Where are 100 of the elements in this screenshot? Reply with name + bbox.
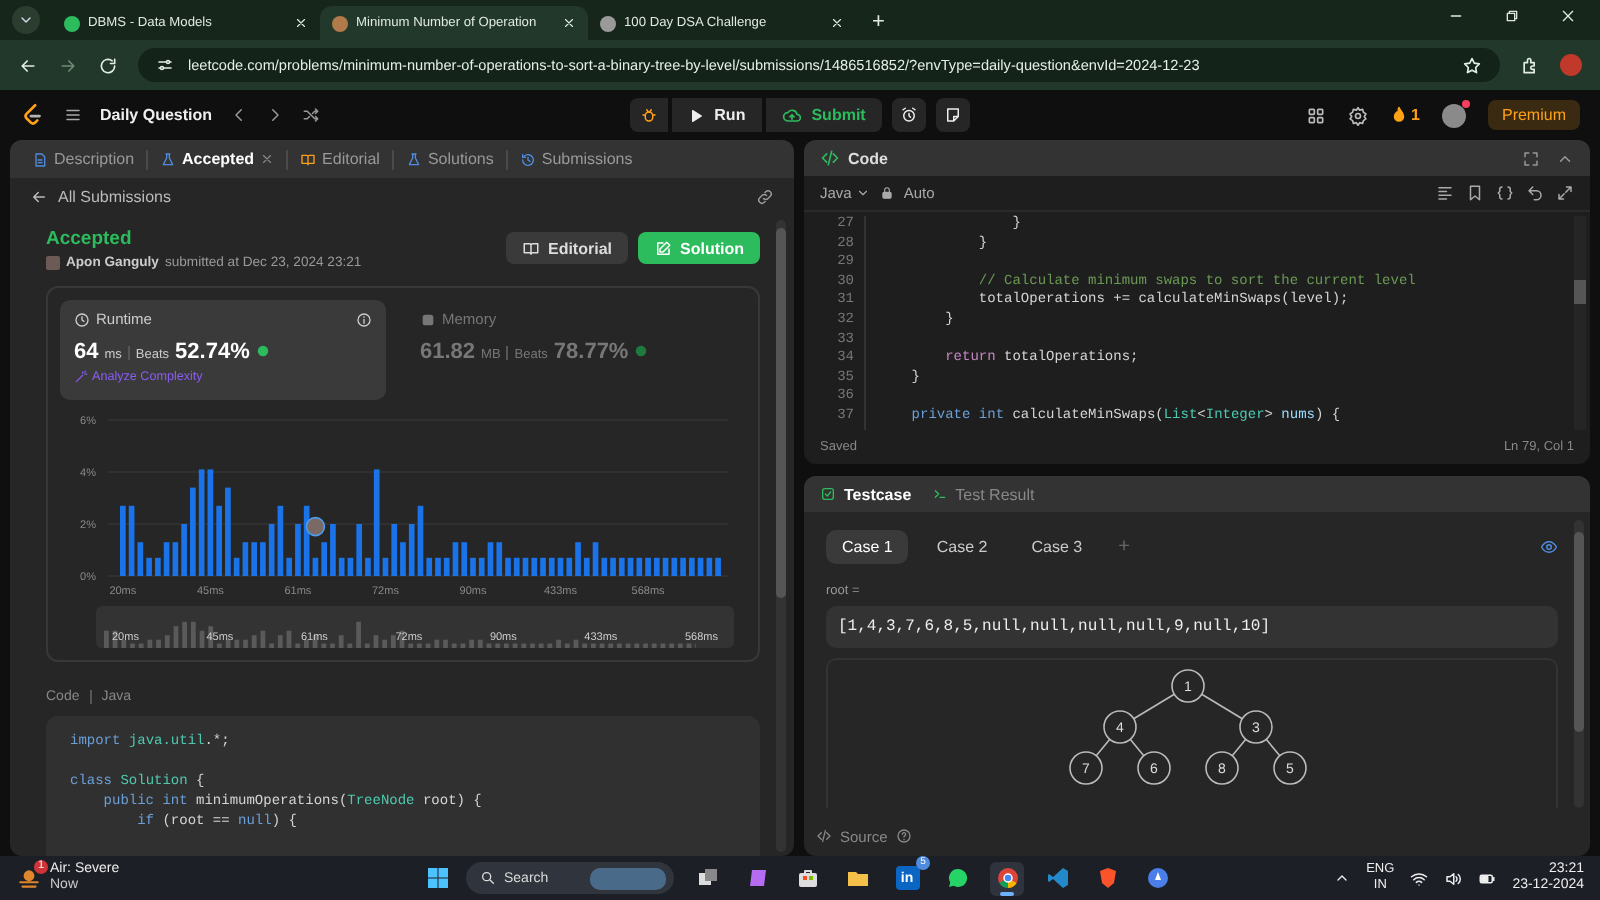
list-icon[interactable] — [64, 106, 82, 124]
panel-tab[interactable]: Description — [20, 149, 147, 169]
histogram-bar[interactable] — [356, 524, 363, 576]
profile-avatar[interactable] — [1560, 54, 1582, 76]
forward-arrow-icon[interactable] — [58, 55, 78, 75]
histogram-bar[interactable] — [417, 505, 424, 576]
case-tab[interactable]: Case 3 — [1015, 530, 1099, 564]
histogram-bar[interactable] — [128, 505, 135, 576]
histogram-bar[interactable] — [601, 557, 608, 576]
expand-icon[interactable] — [1556, 184, 1574, 202]
grid-icon[interactable] — [1305, 105, 1326, 125]
histogram-bar[interactable] — [662, 557, 669, 576]
restore-icon[interactable] — [1504, 7, 1520, 23]
histogram-bar[interactable] — [715, 557, 721, 576]
histogram-bar[interactable] — [548, 557, 555, 576]
back-arrow-icon[interactable] — [18, 55, 38, 75]
chevron-right-icon[interactable] — [266, 106, 285, 124]
panel-tab[interactable]: Testcase — [820, 485, 912, 503]
histogram-bar[interactable] — [522, 557, 529, 576]
case-tab[interactable]: Case 1 — [826, 530, 909, 564]
histogram-bar[interactable] — [592, 542, 599, 576]
histogram-bar[interactable] — [382, 557, 389, 576]
panel-tab[interactable]: Test Result — [931, 485, 1035, 503]
logo-icon[interactable] — [20, 102, 46, 128]
histogram-bar[interactable] — [566, 557, 573, 576]
input-field[interactable]: [1,4,3,7,6,8,5,null,null,null,null,9,null,10] — [826, 606, 1558, 648]
histogram-bar[interactable] — [496, 542, 503, 576]
battery-icon[interactable] — [1478, 869, 1497, 887]
histogram-bar[interactable] — [242, 542, 249, 576]
back-arrow-icon[interactable] — [30, 188, 48, 206]
chevron-up-icon[interactable] — [1334, 870, 1351, 886]
histogram-bar[interactable] — [277, 505, 284, 576]
scrollbar-thumb[interactable] — [1574, 280, 1586, 304]
link-icon[interactable] — [756, 188, 774, 206]
editorial-button[interactable]: Editorial — [505, 232, 628, 264]
histogram-bar[interactable] — [671, 557, 678, 576]
histogram-bar[interactable] — [155, 557, 161, 576]
histogram-bar[interactable] — [426, 557, 433, 576]
submit-button[interactable]: Submit — [765, 98, 882, 132]
notes-button[interactable] — [935, 98, 970, 132]
histogram-bar[interactable] — [645, 557, 651, 576]
fullscreen-icon[interactable] — [1522, 149, 1540, 167]
histogram-bar[interactable] — [146, 557, 152, 576]
case-tab[interactable]: Case 2 — [920, 530, 1004, 564]
histogram-bar[interactable] — [680, 557, 686, 576]
debug-button[interactable] — [630, 98, 669, 132]
format-icon[interactable] — [1436, 184, 1454, 202]
histogram-bar[interactable] — [391, 524, 398, 576]
histogram-bar[interactable] — [610, 557, 616, 576]
scrollbar-thumb[interactable] — [776, 228, 786, 598]
histogram-bar[interactable] — [435, 557, 441, 576]
histogram-bar[interactable] — [505, 557, 511, 576]
histogram-bar[interactable] — [706, 557, 713, 576]
histogram-bar[interactable] — [487, 542, 494, 576]
star-icon[interactable] — [1462, 55, 1482, 75]
all-submissions-link[interactable]: All Submissions — [58, 188, 171, 206]
histogram-bar[interactable] — [531, 557, 538, 576]
panel-tab[interactable]: Editorial — [286, 149, 392, 169]
reload-icon[interactable] — [98, 55, 118, 75]
streak-counter[interactable]: 1 — [1389, 106, 1420, 124]
histogram-bar[interactable] — [513, 557, 520, 576]
histogram-bar[interactable] — [443, 557, 450, 576]
histogram-bar[interactable] — [689, 557, 695, 576]
panel-tab[interactable]: Solutions — [391, 149, 506, 169]
scrollbar-thumb[interactable] — [1574, 532, 1584, 732]
histogram-bar[interactable] — [461, 542, 468, 576]
histogram-bar[interactable] — [452, 542, 459, 576]
histogram-bar[interactable] — [172, 542, 179, 576]
histogram-bar[interactable] — [338, 557, 345, 576]
tab-search-button[interactable] — [12, 6, 40, 34]
speaker-icon[interactable] — [1444, 869, 1463, 887]
wifi-icon[interactable] — [1410, 869, 1429, 887]
histogram-bar[interactable] — [233, 557, 240, 576]
histogram-bar[interactable] — [163, 542, 170, 576]
help-icon[interactable] — [895, 828, 912, 844]
panel-tab[interactable]: Submissions — [505, 149, 645, 169]
scrollbar[interactable] — [1574, 216, 1586, 430]
run-button[interactable]: Run — [672, 98, 762, 132]
histogram-bar[interactable] — [286, 557, 292, 576]
histogram-bar[interactable] — [303, 505, 310, 576]
histogram-bar[interactable] — [540, 557, 546, 576]
premium-button[interactable]: Premium — [1487, 100, 1580, 130]
panel-tab[interactable]: Accepted — [146, 149, 287, 169]
histogram-bar[interactable] — [636, 557, 643, 576]
histogram-bar[interactable] — [347, 557, 354, 576]
histogram-bar[interactable] — [470, 557, 476, 576]
histogram-bar[interactable] — [137, 542, 144, 576]
shuffle-icon[interactable] — [302, 106, 321, 124]
histogram-bar[interactable] — [365, 557, 371, 576]
alarm-button[interactable] — [891, 98, 926, 132]
histogram-bar[interactable] — [198, 469, 205, 576]
histogram-bar[interactable] — [583, 557, 590, 576]
histogram-bar[interactable] — [627, 557, 634, 576]
histogram-bar[interactable] — [653, 557, 660, 576]
puzzle-icon[interactable] — [1520, 55, 1540, 75]
bookmark-icon[interactable] — [1466, 184, 1484, 202]
settings-icon[interactable] — [1347, 105, 1368, 125]
braces-icon[interactable] — [1496, 184, 1514, 202]
user-avatar[interactable] — [1441, 103, 1466, 127]
eye-icon[interactable] — [1540, 538, 1558, 556]
